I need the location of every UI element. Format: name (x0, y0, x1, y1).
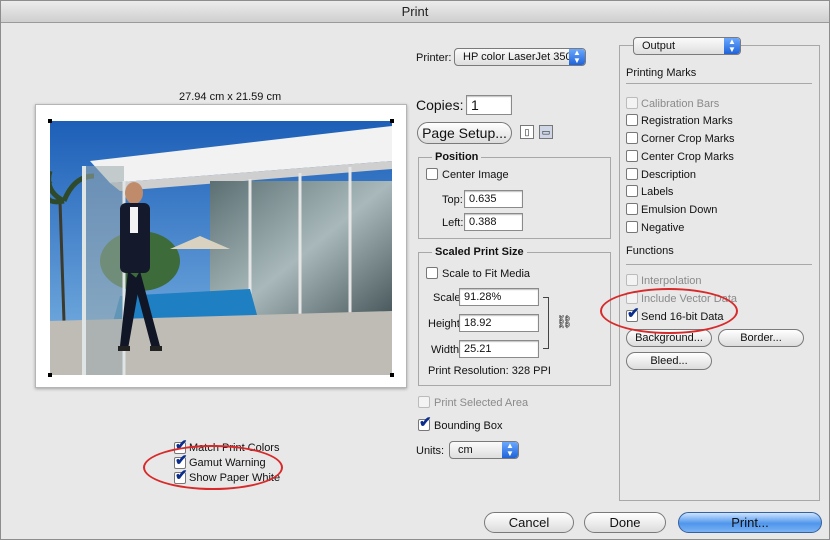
chain-link-icon[interactable]: ⛓ (556, 314, 573, 330)
left-field[interactable]: 0.388 (464, 213, 523, 231)
top-label: Top: (442, 194, 463, 206)
registration-marks-label: Registration Marks (641, 115, 733, 127)
bleed-button[interactable]: Bleed... (626, 352, 712, 370)
height-field[interactable]: 18.92 (459, 314, 539, 332)
output-popup-value: Output (642, 40, 676, 52)
portrait-orientation-icon[interactable]: ▯ (520, 125, 534, 139)
description-label: Description (641, 169, 697, 181)
printer-popup[interactable]: HP color LaserJet 3500 @... ▲▼ (454, 48, 586, 66)
center-image-label: Center Image (442, 169, 509, 181)
calibration-bars-label: Calibration Bars (641, 98, 720, 110)
left-label: Left: (442, 217, 464, 229)
annotation-circle (143, 445, 283, 490)
scale-field[interactable]: 91.28% (459, 288, 539, 306)
printer-value: HP color LaserJet 3500 @... (463, 51, 585, 63)
preview-paper (35, 104, 407, 388)
corner-crop-marks-label: Corner Crop Marks (641, 133, 735, 145)
corner-handle[interactable] (390, 373, 394, 377)
emulsion-down-checkbox[interactable] (626, 203, 638, 215)
print-selected-area-label: Print Selected Area (434, 397, 529, 409)
constrain-bracket (543, 297, 549, 349)
photo-preview-image[interactable] (50, 121, 392, 375)
interpolation-label: Interpolation (641, 275, 702, 287)
popup-arrows-icon: ▲ ▼ (724, 38, 740, 54)
bounding-box-checkbox[interactable]: ✔ (418, 415, 432, 431)
labels-checkbox[interactable] (626, 185, 638, 197)
height-label: Height: (428, 318, 463, 330)
units-label: Units: (416, 445, 445, 457)
print-dialog: Print 27.94 cm x 21.59 cm ✔ Match Print … (0, 0, 830, 540)
border-button[interactable]: Border... (718, 329, 804, 347)
calibration-bars-checkbox[interactable] (626, 97, 638, 109)
top-field[interactable]: 0.635 (464, 190, 523, 208)
print-resolution: Print Resolution: 328 PPI (428, 365, 551, 377)
center-crop-marks-label: Center Crop Marks (641, 151, 734, 163)
width-field[interactable]: 25.21 (459, 340, 539, 358)
copies-label: Copies: (416, 97, 464, 113)
corner-handle[interactable] (390, 119, 394, 123)
corner-handle[interactable] (48, 373, 52, 377)
units-popup[interactable]: cm ▲ ▼ (449, 441, 519, 459)
description-checkbox[interactable] (626, 168, 638, 180)
print-selected-area-checkbox[interactable] (418, 396, 430, 408)
page-setup-button[interactable]: Page Setup... (417, 122, 512, 144)
center-crop-marks-checkbox[interactable] (626, 150, 638, 162)
divider (626, 83, 812, 84)
corner-crop-marks-checkbox[interactable] (626, 132, 638, 144)
cancel-button[interactable]: Cancel (484, 512, 574, 533)
center-image-checkbox[interactable] (426, 168, 438, 180)
negative-checkbox[interactable] (626, 221, 638, 233)
printing-marks-title: Printing Marks (626, 67, 697, 79)
preview-dimensions: 27.94 cm x 21.59 cm (179, 91, 282, 103)
landscape-orientation-icon[interactable]: ▭ (539, 125, 553, 139)
done-button[interactable]: Done (584, 512, 666, 533)
popup-arrows-icon: ▲ ▼ (502, 442, 518, 458)
functions-title: Functions (626, 245, 674, 257)
output-panel (619, 45, 820, 501)
corner-handle[interactable] (48, 119, 52, 123)
annotation-circle (600, 288, 738, 334)
interpolation-checkbox[interactable] (626, 274, 638, 286)
bounding-box-label: Bounding Box (434, 420, 503, 432)
popup-arrows-icon: ▲ ▼ (569, 49, 585, 65)
labels-label: Labels (641, 186, 674, 198)
printer-label: Printer: (416, 52, 452, 64)
negative-label: Negative (641, 222, 685, 234)
copies-field[interactable]: 1 (466, 95, 512, 115)
position-title: Position (432, 151, 482, 163)
output-popup[interactable]: Output ▲ ▼ (633, 37, 741, 55)
width-label: Width: (431, 344, 463, 356)
units-value: cm (458, 444, 473, 456)
print-button[interactable]: Print... (678, 512, 822, 533)
emulsion-down-label: Emulsion Down (641, 204, 718, 216)
window-title: Print (1, 1, 829, 23)
scale-to-fit-label: Scale to Fit Media (442, 268, 531, 280)
scale-to-fit-checkbox[interactable] (426, 267, 438, 279)
divider (626, 264, 812, 265)
registration-marks-checkbox[interactable] (626, 114, 638, 126)
scaled-print-size-title: Scaled Print Size (432, 246, 527, 258)
